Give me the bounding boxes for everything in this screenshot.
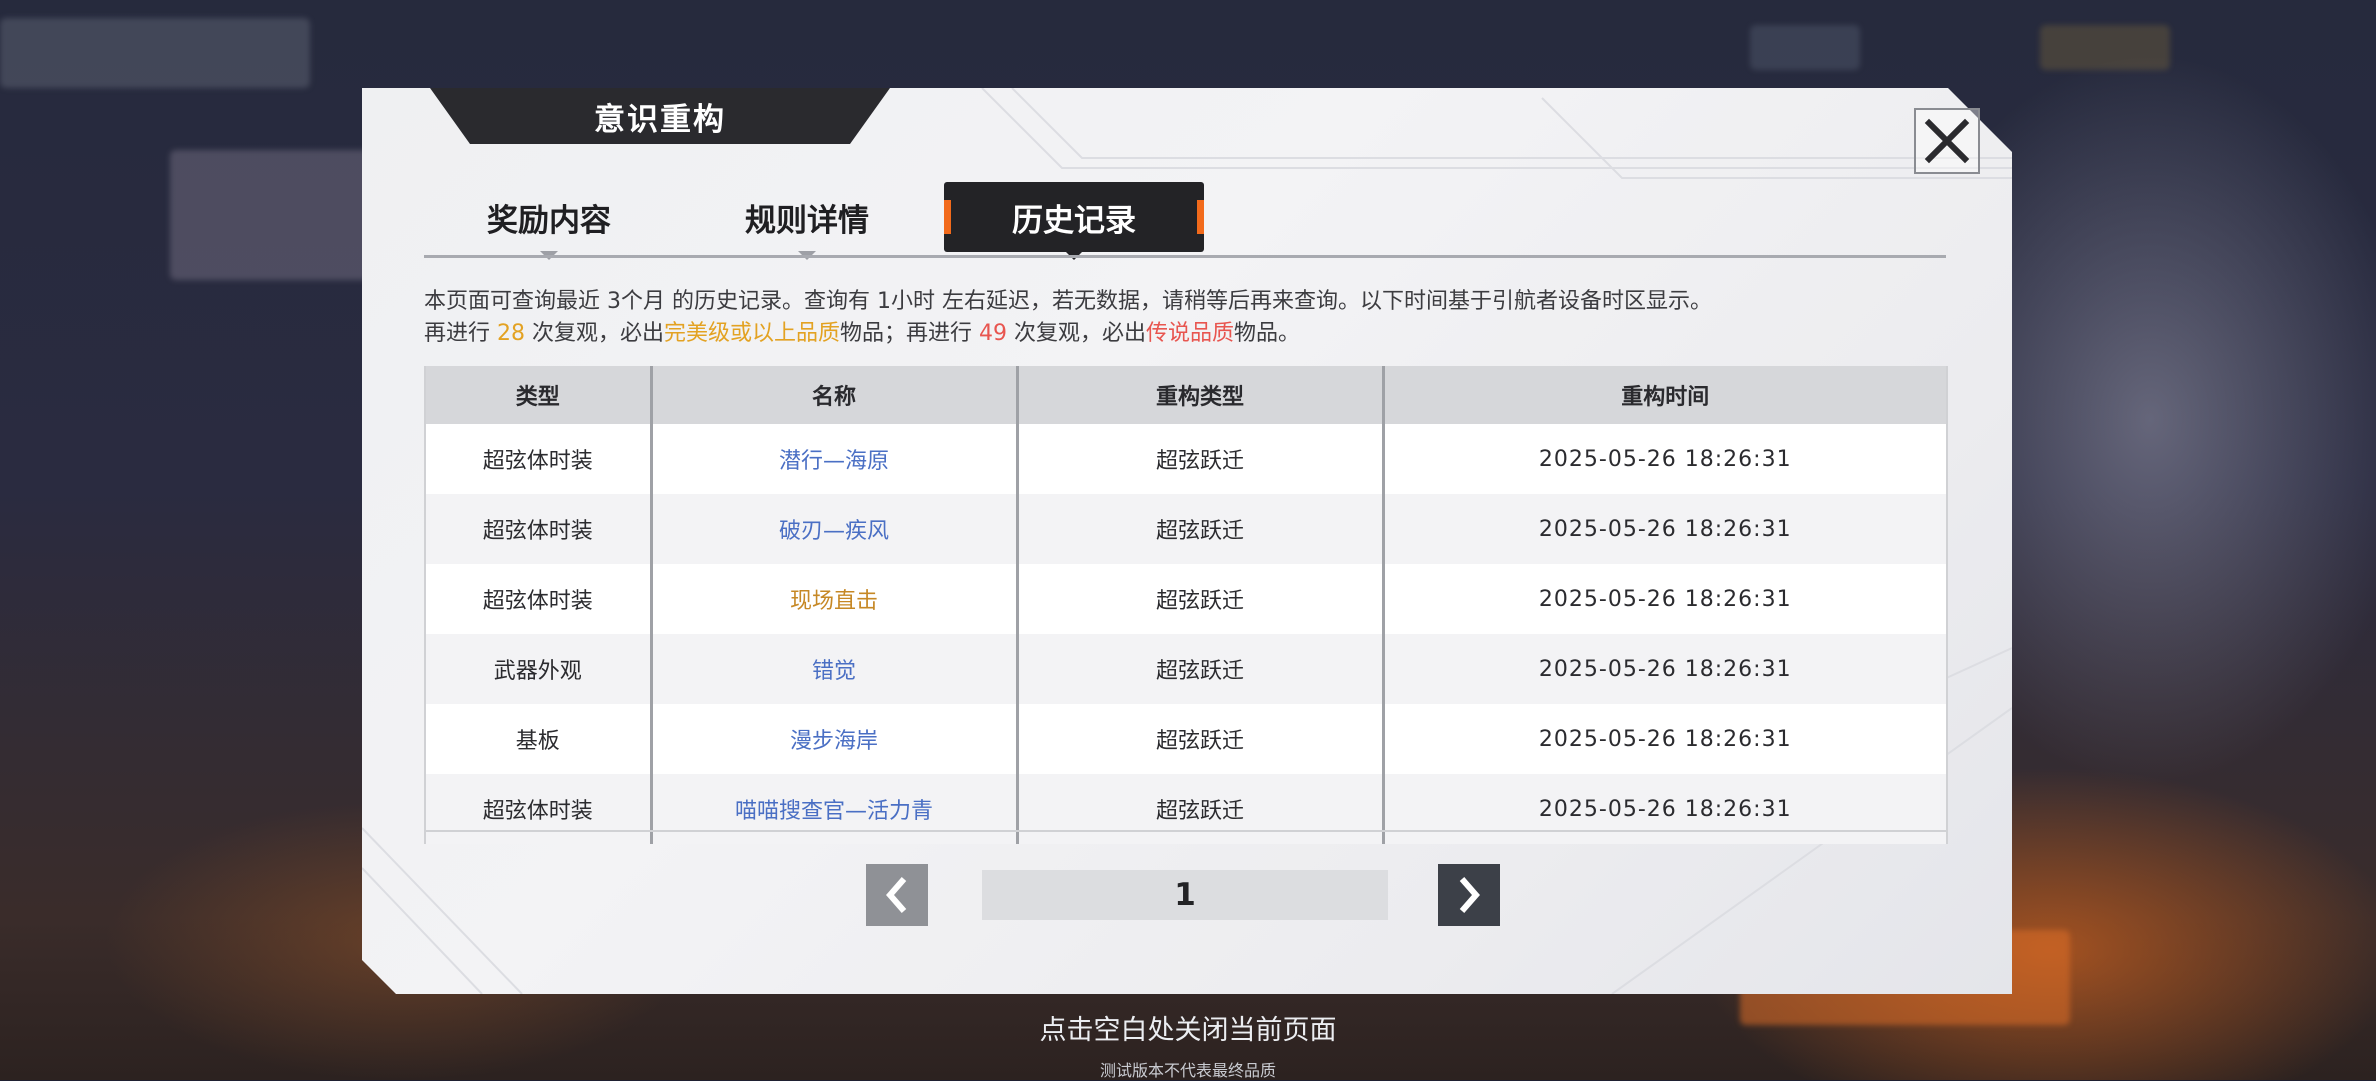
next-page-button[interactable]	[1438, 864, 1500, 926]
cell-name[interactable]: 漫步海岸	[649, 704, 1019, 774]
tab-label: 规则详情	[745, 202, 869, 239]
cell-time: 2025-05-26 18:26:31	[1381, 424, 1948, 494]
table-bottom-border	[424, 830, 1946, 832]
cell-time: 2025-05-26 18:26:31	[1381, 774, 1948, 844]
info-text: 物品。	[1234, 321, 1301, 346]
history-info: 本页面可查询最近 3个月 的历史记录。查询有 1小时 左右延迟，若无数据，请稍等…	[424, 286, 1964, 350]
close-icon	[1924, 118, 1970, 164]
cell-kind: 超弦跃迁	[1015, 704, 1385, 774]
tab-label: 历史记录	[1012, 202, 1136, 239]
background-blur-currency	[1750, 25, 1860, 70]
close-button[interactable]	[1914, 108, 1980, 174]
info-text: 次复观，必出	[525, 321, 664, 346]
cell-name[interactable]: 喵喵搜查官—活力青	[649, 774, 1019, 844]
cell-name[interactable]: 潜行—海原	[649, 424, 1019, 494]
test-version-notice: 测试版本不代表最终品质	[1099, 1061, 1276, 1080]
background-blur-panel	[0, 18, 310, 88]
cell-type: 超弦体时装	[424, 424, 653, 494]
cell-kind: 超弦跃迁	[1015, 564, 1385, 634]
table-row: 超弦体时装 潜行—海原 超弦跃迁 2025-05-26 18:26:31	[424, 424, 1948, 494]
chevron-left-icon	[886, 877, 907, 913]
cell-kind: 超弦跃迁	[1015, 634, 1385, 704]
chevron-right-icon	[1459, 877, 1480, 913]
background-blur-portrait	[170, 150, 370, 280]
cell-type: 基板	[424, 704, 653, 774]
table-row: 超弦体时装 破刃—疾风 超弦跃迁 2025-05-26 18:26:31	[424, 494, 1948, 564]
header-name: 名称	[649, 366, 1019, 424]
table-row: 基板 漫步海岸 超弦跃迁 2025-05-26 18:26:31	[424, 704, 1948, 774]
cell-time: 2025-05-26 18:26:31	[1381, 564, 1948, 634]
cell-time: 2025-05-26 18:26:31	[1381, 494, 1948, 564]
quality-legendary: 传说品质	[1146, 321, 1235, 346]
pity-count-legendary: 49	[979, 321, 1008, 346]
tab-history[interactable]: 历史记录	[944, 182, 1204, 260]
cell-name[interactable]: 破刃—疾风	[649, 494, 1019, 564]
info-line-2: 再进行 28 次复观，必出完美级或以上品质物品；再进行 49 次复观，必出传说品…	[424, 318, 1964, 350]
cell-type: 超弦体时装	[424, 494, 653, 564]
info-text: 次复观，必出	[1007, 321, 1147, 346]
cell-time: 2025-05-26 18:26:31	[1381, 634, 1948, 704]
prev-page-button[interactable]	[866, 864, 928, 926]
table-row: 武器外观 错觉 超弦跃迁 2025-05-26 18:26:31	[424, 634, 1948, 704]
cell-name[interactable]: 现场直击	[649, 564, 1019, 634]
header-kind: 重构类型	[1015, 366, 1385, 424]
table-row: 超弦体时装 喵喵搜查官—活力青 超弦跃迁 2025-05-26 18:26:31	[424, 774, 1948, 844]
history-table: 类型 名称 重构类型 重构时间 超弦体时装 潜行—海原 超弦跃迁 2025-05-26…	[424, 366, 1948, 844]
cell-kind: 超弦跃迁	[1015, 774, 1385, 844]
background-blur-coin	[2040, 25, 2170, 70]
info-text: 再进行	[424, 321, 497, 346]
cell-kind: 超弦跃迁	[1015, 494, 1385, 564]
info-text: 物品；再进行	[840, 321, 980, 346]
tab-divider	[424, 255, 1946, 258]
tab-rewards[interactable]: 奖励内容	[454, 182, 644, 260]
modal-title-bar: 意识重构	[430, 88, 890, 144]
tab-label: 奖励内容	[487, 202, 611, 239]
page-number: 1	[982, 870, 1388, 920]
quality-perfect: 完美级或以上品质	[664, 321, 841, 346]
table-row: 超弦体时装 现场直击 超弦跃迁 2025-05-26 18:26:31	[424, 564, 1948, 634]
table-header-row: 类型 名称 重构类型 重构时间	[424, 366, 1948, 424]
tab-bar: 奖励内容 规则详情 历史记录	[424, 182, 1946, 260]
tab-rules[interactable]: 规则详情	[712, 182, 902, 260]
close-hint[interactable]: 点击空白处关闭当前页面	[0, 1008, 2376, 1047]
cell-type: 超弦体时装	[424, 564, 653, 634]
pity-count-perfect: 28	[497, 321, 525, 346]
cell-type: 超弦体时装	[424, 774, 653, 844]
cell-name[interactable]: 错觉	[649, 634, 1019, 704]
info-line-1: 本页面可查询最近 3个月 的历史记录。查询有 1小时 左右延迟，若无数据，请稍等…	[424, 289, 1712, 314]
header-type: 类型	[424, 366, 653, 424]
header-time: 重构时间	[1381, 366, 1948, 424]
cell-time: 2025-05-26 18:26:31	[1381, 704, 1948, 774]
modal-title: 意识重构	[594, 101, 726, 138]
cell-kind: 超弦跃迁	[1015, 424, 1385, 494]
cell-type: 武器外观	[424, 634, 653, 704]
